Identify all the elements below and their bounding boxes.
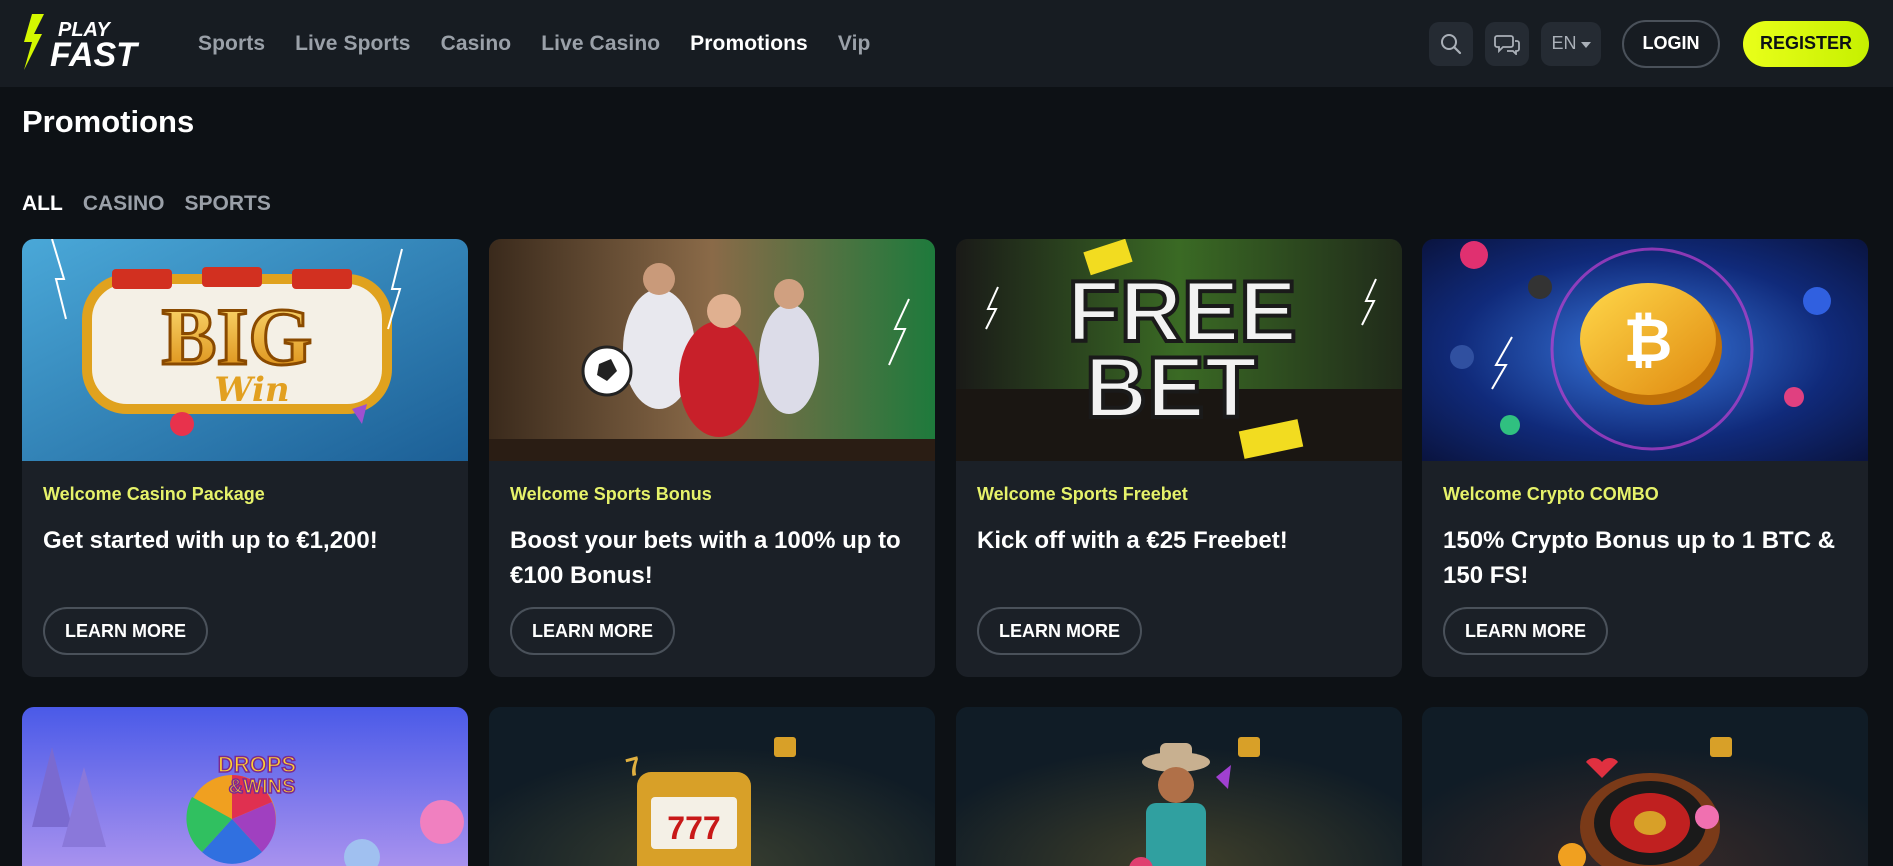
language-label: EN [1551,33,1577,53]
top-header: PLAY FAST Sports Live Sports Casino Live… [0,0,1893,87]
logo-text-bottom: FAST [50,36,140,74]
promo-tag: Welcome Sports Bonus [510,484,712,504]
search-icon [1441,33,1462,54]
learn-more-button[interactable]: LEARN MORE [43,607,208,655]
promo-image-bitcoin: ₿ [1422,239,1868,461]
chat-button[interactable] [1485,21,1529,66]
promo-headline: Kick off with a €25 Freebet! [977,527,1288,554]
promo-tag: Welcome Sports Freebet [977,484,1188,504]
search-button[interactable] [1429,21,1473,66]
promo-card-roulette[interactable] [1422,707,1868,866]
learn-more-button[interactable]: LEARN MORE [1443,607,1608,655]
promo-image-free-bet: FREE BET [956,239,1402,461]
tab-casino[interactable]: CASINO [83,192,165,216]
promo-card-casino-package[interactable]: BIG Win Welcome Casino Package Get start… [22,239,468,677]
promo-image-football [489,239,935,461]
nav-casino[interactable]: Casino [441,32,512,56]
main-nav: Sports Live Sports Casino Live Casino Pr… [198,0,870,87]
language-selector[interactable]: EN [1541,21,1601,66]
promo-card-sports-bonus[interactable]: Welcome Sports Bonus Boost your bets wit… [489,239,935,677]
chat-icon [1494,34,1520,55]
promo-card-crypto-combo[interactable]: ₿ Welcome Crypto COMBO 150% Crypto Bonus… [1422,239,1868,677]
tab-all[interactable]: ALL [22,192,63,216]
image-text-drops: DROPS [218,752,296,777]
image-text-bet: BET [1085,340,1257,436]
bitcoin-symbol-icon: ₿ [1624,307,1673,374]
image-text-win: Win [214,370,289,410]
promotion-filter-tabs: ALL CASINO SPORTS [22,192,271,216]
promo-card-sports-freebet[interactable]: FREE BET Welcome Sports Freebet Kick off… [956,239,1402,677]
page-title: Promotions [22,104,195,139]
promo-headline: Get started with up to €1,200! [43,527,378,554]
image-text-777: 777 [667,810,720,846]
playfast-logo[interactable]: PLAY FAST [22,12,180,74]
promo-card-cowboy[interactable] [956,707,1402,866]
promo-card-slot-machine[interactable]: 777 7 [489,707,935,866]
chevron-down-icon [1580,41,1591,48]
image-text-big: BIG [162,291,312,382]
nav-vip[interactable]: Vip [838,32,871,56]
register-button[interactable]: REGISTER [1743,20,1869,67]
promo-headline: 150% Crypto Bonus up to 1 BTC & 150 FS! [1443,527,1836,589]
nav-live-casino[interactable]: Live Casino [541,32,660,56]
login-button[interactable]: LOGIN [1622,19,1720,68]
learn-more-button[interactable]: LEARN MORE [510,607,675,655]
header-actions: EN LOGIN REGISTER [1417,0,1869,87]
learn-more-button[interactable]: LEARN MORE [977,607,1142,655]
promo-tag: Welcome Casino Package [43,484,265,504]
promo-headline: Boost your bets with a 100% up to €100 B… [510,527,901,589]
promo-card-drops-wins[interactable]: DROPS &WINS [22,707,468,866]
nav-sports[interactable]: Sports [198,32,265,56]
tab-sports[interactable]: SPORTS [185,192,271,216]
promo-image-big-win: BIG Win [22,239,468,461]
nav-promotions[interactable]: Promotions [690,32,808,56]
promo-tag: Welcome Crypto COMBO [1443,484,1659,504]
nav-live-sports[interactable]: Live Sports [295,32,410,56]
image-text-wins: &WINS [229,776,296,798]
